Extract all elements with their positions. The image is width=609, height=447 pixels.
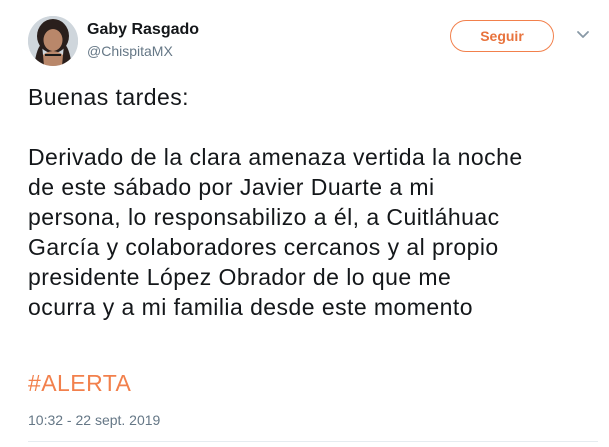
follow-button[interactable]: Seguir (450, 20, 554, 52)
tweet-timestamp[interactable]: 10:32 - 22 sept. 2019 (28, 410, 160, 430)
tweet-text-line: García y colaboradores cercanos y al pro… (28, 234, 499, 260)
avatar[interactable] (28, 16, 78, 66)
tweet-text-line: ocurra y a mi familia desde este momento (28, 294, 473, 320)
tweet-text-line: de este sábado por Javier Duarte a mi (28, 174, 435, 200)
author-names: Gaby Rasgado @ChispitaMX (87, 20, 199, 61)
tweet-menu-button[interactable] (572, 24, 594, 46)
tweet-text-line: Derivado de la clara amenaza vertida la … (28, 144, 523, 170)
hashtag-link[interactable]: #ALERTA (28, 368, 131, 398)
display-name[interactable]: Gaby Rasgado (87, 20, 199, 40)
tweet-text-line: persona, lo responsabilizo a él, a Cuitl… (28, 204, 500, 230)
tweet-header: Gaby Rasgado @ChispitaMX Seguir (28, 14, 598, 74)
profile-photo-icon (28, 16, 78, 66)
tweet-text-line: Buenas tardes: (28, 84, 190, 110)
divider (28, 441, 598, 442)
tweet-text-line: presidente López Obrador de lo que me (28, 264, 452, 290)
tweet-text: Buenas tardes: Derivado de la clara amen… (28, 82, 603, 322)
chevron-down-icon (577, 31, 589, 38)
username-handle[interactable]: @ChispitaMX (87, 41, 199, 61)
